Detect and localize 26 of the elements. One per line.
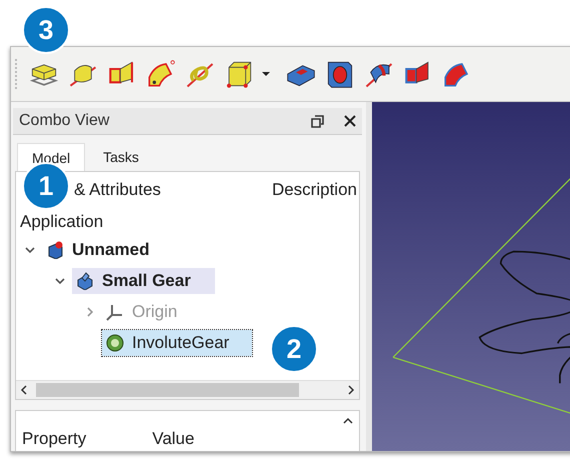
panel-title: Combo View xyxy=(19,112,110,130)
scroll-left-icon[interactable] xyxy=(20,385,28,395)
tree-item[interactable]: Unnamed xyxy=(42,236,156,262)
pipe-icon[interactable] xyxy=(146,59,176,89)
gear-icon xyxy=(106,334,124,352)
tree-item[interactable]: InvoluteGear xyxy=(102,330,252,356)
scroll-up-icon[interactable] xyxy=(343,417,353,425)
tree-item[interactable]: Small Gear xyxy=(72,268,215,294)
axes-icon xyxy=(106,302,124,320)
3d-viewport[interactable] xyxy=(372,102,570,451)
tree-group-label: Application xyxy=(19,211,104,233)
document-icon xyxy=(46,240,64,258)
float-icon[interactable] xyxy=(311,114,324,128)
tab[interactable]: Tasks xyxy=(89,143,153,171)
column-header: Property xyxy=(22,429,86,449)
column-header: Description xyxy=(272,180,357,200)
dropdown-caret-icon[interactable] xyxy=(261,71,271,77)
body-icon xyxy=(76,272,94,290)
column-header: Value xyxy=(152,429,194,449)
close-icon[interactable] xyxy=(344,115,356,127)
column-header: & Attributes xyxy=(74,180,161,200)
horizontal-scrollbar[interactable] xyxy=(16,380,359,399)
hole-icon[interactable] xyxy=(325,59,355,89)
callout-badge: 3 xyxy=(22,6,70,54)
cube-icon[interactable] xyxy=(224,59,254,89)
scroll-right-icon[interactable] xyxy=(347,385,355,395)
